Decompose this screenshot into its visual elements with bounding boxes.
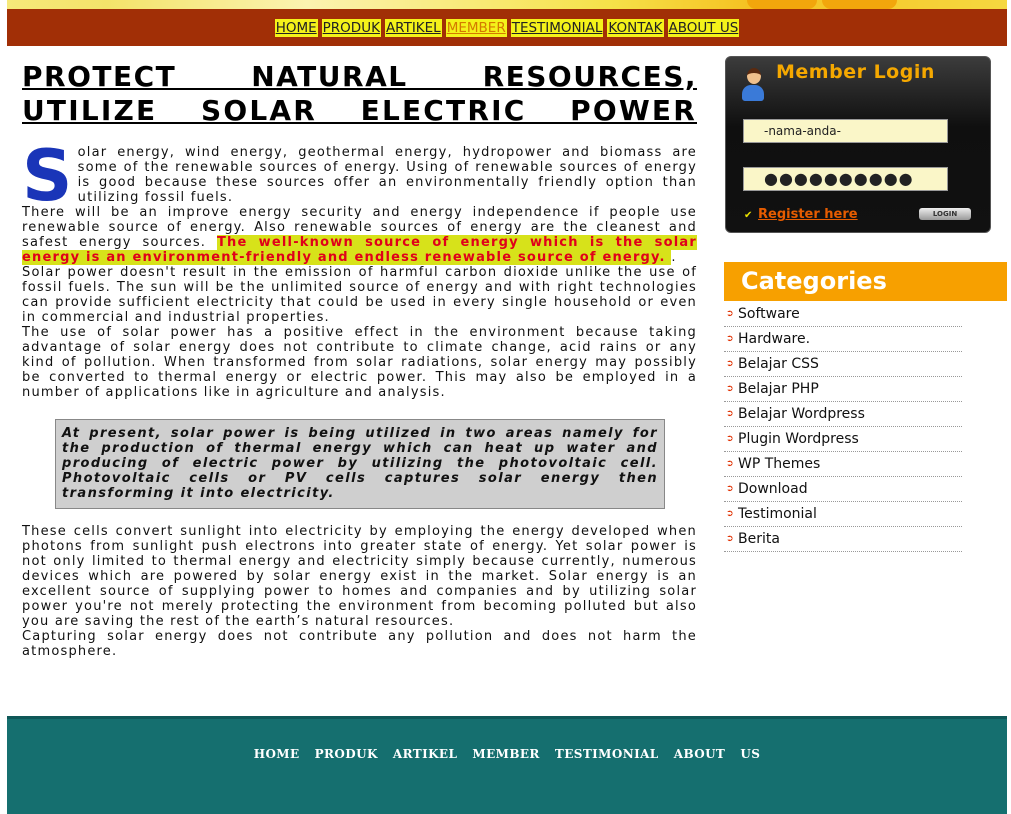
register-link[interactable]: Register here <box>758 207 858 222</box>
category-label: Belajar Wordpress <box>738 406 865 422</box>
arrow-icon: ➲ <box>726 509 734 519</box>
footer-nav-artikel[interactable]: ARTIKEL <box>393 747 457 761</box>
footer-nav-testimonial[interactable]: TESTIMONIAL <box>555 747 659 761</box>
category-label: Testimonial <box>738 506 817 522</box>
category-item[interactable]: ➲ Software <box>724 302 962 327</box>
username-input[interactable]: -nama-anda- <box>743 119 948 143</box>
title-line-1: PROTECT NATURAL RESOURCES, <box>22 60 697 93</box>
category-label: Download <box>738 481 808 497</box>
password-input[interactable]: ●●●●●●●●●● <box>743 167 948 191</box>
article-title: PROTECT NATURAL RESOURCES, UTILIZE SOLAR… <box>22 60 697 128</box>
nav-member[interactable]: MEMBER <box>445 18 507 37</box>
arrow-icon: ➲ <box>726 434 734 444</box>
category-label: Plugin Wordpress <box>738 431 859 447</box>
category-item[interactable]: ➲ Testimonial <box>724 502 962 527</box>
footer: HOME PRODUK ARTIKEL MEMBER TESTIMONIAL A… <box>7 716 1007 814</box>
nav-kontak[interactable]: KONTAK <box>607 18 664 37</box>
category-item[interactable]: ➲ Download <box>724 477 962 502</box>
arrow-icon: ➲ <box>726 409 734 419</box>
title-line-2: UTILIZE SOLAR ELECTRIC POWER <box>22 94 697 127</box>
banner-decoration <box>822 0 897 9</box>
arrow-icon: ➲ <box>726 459 734 469</box>
user-icon <box>740 67 766 105</box>
login-title: Member Login <box>776 61 935 83</box>
paragraph-4: The use of solar power has a positive ef… <box>22 325 697 400</box>
drop-cap: S <box>22 135 74 217</box>
category-label: Belajar PHP <box>738 381 819 397</box>
arrow-icon: ➲ <box>726 334 734 344</box>
category-label: Belajar CSS <box>738 356 819 372</box>
paragraph-2-end: . <box>671 250 677 265</box>
nav-about-us[interactable]: ABOUT US <box>667 18 740 37</box>
paragraph-5: These cells convert sunlight into electr… <box>22 524 697 629</box>
paragraph-3: Solar power doesn't result in the emissi… <box>22 265 697 325</box>
paragraph-6: Capturing solar energy does not contribu… <box>22 629 697 659</box>
arrow-icon: ➲ <box>726 534 734 544</box>
top-navigation: HOME PRODUK ARTIKEL MEMBER TESTIMONIAL K… <box>7 9 1007 46</box>
paragraph-1-text: olar energy, wind energy, geothermal ene… <box>77 145 697 205</box>
footer-nav-member[interactable]: MEMBER <box>472 747 539 761</box>
footer-navigation: HOME PRODUK ARTIKEL MEMBER TESTIMONIAL A… <box>7 743 1007 762</box>
checkmark-icon: ✔ <box>744 210 753 221</box>
paragraph-2: There will be an improve energy security… <box>22 205 697 265</box>
category-label: WP Themes <box>738 456 821 472</box>
nav-home[interactable]: HOME <box>274 18 318 37</box>
arrow-icon: ➲ <box>726 384 734 394</box>
category-item[interactable]: ➲ Belajar CSS <box>724 352 962 377</box>
footer-nav-produk[interactable]: PRODUK <box>315 747 378 761</box>
login-button[interactable]: LOGIN <box>919 208 971 220</box>
category-item[interactable]: ➲ WP Themes <box>724 452 962 477</box>
paragraph-1: Solar energy, wind energy, geothermal en… <box>22 135 697 217</box>
nav-artikel[interactable]: ARTIKEL <box>384 18 442 37</box>
category-item[interactable]: ➲ Belajar Wordpress <box>724 402 962 427</box>
footer-nav-home[interactable]: HOME <box>254 747 300 761</box>
page-wrapper: HOME PRODUK ARTIKEL MEMBER TESTIMONIAL K… <box>7 0 1007 814</box>
category-item[interactable]: ➲ Hardware. <box>724 327 962 352</box>
user-icon-head <box>747 68 761 84</box>
categories-title: Categories <box>724 262 1007 301</box>
footer-nav-about[interactable]: ABOUT <box>674 747 726 761</box>
member-login-box: Member Login -nama-anda- ●●●●●●●●●● ✔ Re… <box>725 56 991 233</box>
arrow-icon: ➲ <box>726 359 734 369</box>
quote-box: At present, solar power is being utilize… <box>55 419 665 509</box>
nav-produk[interactable]: PRODUK <box>321 18 381 37</box>
category-label: Berita <box>738 531 780 547</box>
user-icon-body <box>742 85 764 101</box>
categories-list: ➲ Software ➲ Hardware. ➲ Belajar CSS ➲ Belaj… <box>724 302 962 552</box>
article: PROTECT NATURAL RESOURCES, UTILIZE SOLAR… <box>22 60 697 659</box>
header-banner <box>7 0 1007 9</box>
category-label: Software <box>738 306 800 322</box>
banner-decoration <box>747 0 817 9</box>
category-item[interactable]: ➲ Berita <box>724 527 962 552</box>
arrow-icon: ➲ <box>726 309 734 319</box>
arrow-icon: ➲ <box>726 484 734 494</box>
category-label: Hardware. <box>738 331 811 347</box>
category-item[interactable]: ➲ Belajar PHP <box>724 377 962 402</box>
category-item[interactable]: ➲ Plugin Wordpress <box>724 427 962 452</box>
footer-nav-us[interactable]: US <box>740 747 760 761</box>
nav-testimonial[interactable]: TESTIMONIAL <box>510 18 604 37</box>
